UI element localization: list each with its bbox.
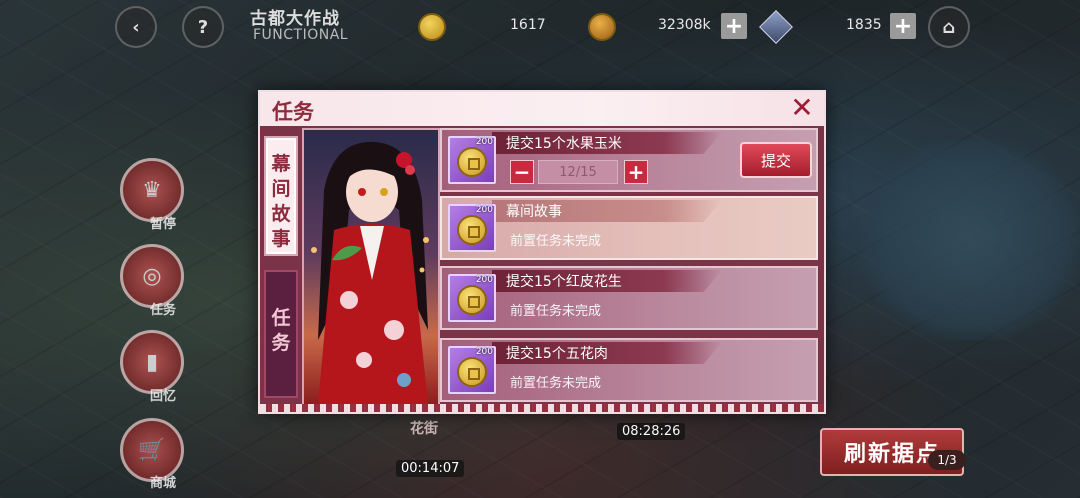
tab-task[interactable]: 任 务	[264, 270, 298, 398]
reward-item[interactable]: 200	[448, 346, 496, 394]
character-portrait	[302, 128, 440, 406]
tab-char: 间	[271, 178, 291, 200]
tab-char: 事	[271, 228, 291, 250]
coin-icon	[457, 285, 487, 315]
side-menu-pause-label: 暂停	[150, 217, 177, 232]
coin-icon	[457, 215, 487, 245]
reward-item[interactable]: 200	[448, 136, 496, 184]
task-name: 幕间故事	[506, 204, 562, 220]
task-status: 前置任务未完成	[510, 376, 602, 391]
target-icon: ◎	[142, 263, 162, 289]
side-menu-shop-label: 商城	[150, 476, 177, 491]
task-name: 提交15个五花肉	[506, 346, 608, 362]
gem-icon	[759, 10, 793, 44]
coin-icon	[457, 357, 487, 387]
reward-count: 200	[475, 347, 493, 357]
dialog-footer-border	[260, 404, 824, 412]
plus-icon: +	[893, 13, 913, 39]
quantity-increase-button[interactable]: +	[624, 160, 648, 184]
top-bar: ‹ ? 古都大作战 FUNCTIONAL 1617 32308k + 1835 …	[0, 0, 1080, 52]
coin-count: 1617	[510, 17, 546, 33]
tab-char: 故	[271, 203, 291, 225]
reward-count: 200	[475, 205, 493, 215]
plus-icon: +	[627, 160, 645, 184]
crown-icon: ♛	[142, 177, 162, 203]
task-list: 提交15个水果玉米 200 − 12/15 + 提交 幕间故事 200 前置任务…	[440, 126, 820, 404]
add-gem-button[interactable]: +	[890, 13, 916, 39]
reward-count: 200	[475, 137, 493, 147]
refresh-count-badge: 1/3	[928, 450, 966, 470]
task-status: 前置任务未完成	[510, 304, 602, 319]
task-item[interactable]: 幕间故事 200 前置任务未完成	[440, 196, 818, 260]
reward-item[interactable]: 200	[448, 274, 496, 322]
task-name: 提交15个红皮花生	[506, 274, 622, 290]
back-button[interactable]: ‹	[115, 6, 157, 48]
coin-icon	[418, 13, 446, 41]
tab-char: 幕	[271, 153, 291, 175]
side-menu-task-label: 任务	[150, 303, 177, 318]
book-icon: ▮	[145, 349, 159, 375]
district-timer: 00:14:07	[396, 460, 465, 477]
side-menu-memory-label: 回忆	[150, 389, 177, 404]
quantity-decrease-button[interactable]: −	[510, 160, 534, 184]
reward-item[interactable]: 200	[448, 204, 496, 252]
close-icon: ✕	[790, 91, 814, 124]
event-timer: 08:28:26	[617, 423, 686, 440]
close-button[interactable]: ✕	[788, 94, 816, 122]
task-item[interactable]: 提交15个红皮花生 200 前置任务未完成	[440, 266, 818, 330]
tab-char: 务	[271, 332, 291, 354]
home-button[interactable]: ⌂	[928, 6, 970, 48]
chevron-left-icon: ‹	[132, 16, 140, 38]
help-button[interactable]: ?	[182, 6, 224, 48]
coin-icon	[457, 147, 487, 177]
home-icon: ⌂	[942, 16, 956, 38]
minus-icon: −	[513, 160, 531, 184]
dialog-title: 任务	[272, 100, 314, 124]
game-title: 古都大作战	[250, 9, 340, 29]
cart-icon: 🛒	[138, 437, 166, 463]
dialog-header: 任务 ✕	[260, 92, 824, 126]
add-money-button[interactable]: +	[721, 13, 747, 39]
game-subtitle: FUNCTIONAL	[253, 27, 349, 43]
quantity-field: 12/15	[538, 160, 618, 184]
task-status: 前置任务未完成	[510, 234, 602, 249]
question-icon: ?	[197, 16, 209, 38]
reward-count: 200	[475, 275, 493, 285]
tab-interlude-story[interactable]: 幕 间 故 事	[264, 136, 298, 256]
tab-char: 任	[271, 307, 291, 329]
submit-button[interactable]: 提交	[740, 142, 812, 178]
district-label[interactable]: 花街	[410, 418, 438, 438]
task-dialog: 任务 ✕ 幕 间 故 事 任 务 提交15个水果玉米 200 − 12/15 +…	[258, 90, 826, 414]
money-count: 32308k	[658, 17, 711, 33]
task-item[interactable]: 提交15个五花肉 200 前置任务未完成	[440, 338, 818, 402]
plus-icon: +	[724, 13, 744, 39]
gem-count: 1835	[846, 17, 882, 33]
task-item: 提交15个水果玉米 200 − 12/15 + 提交	[440, 128, 818, 192]
money-icon	[588, 13, 616, 41]
task-name: 提交15个水果玉米	[506, 136, 622, 152]
